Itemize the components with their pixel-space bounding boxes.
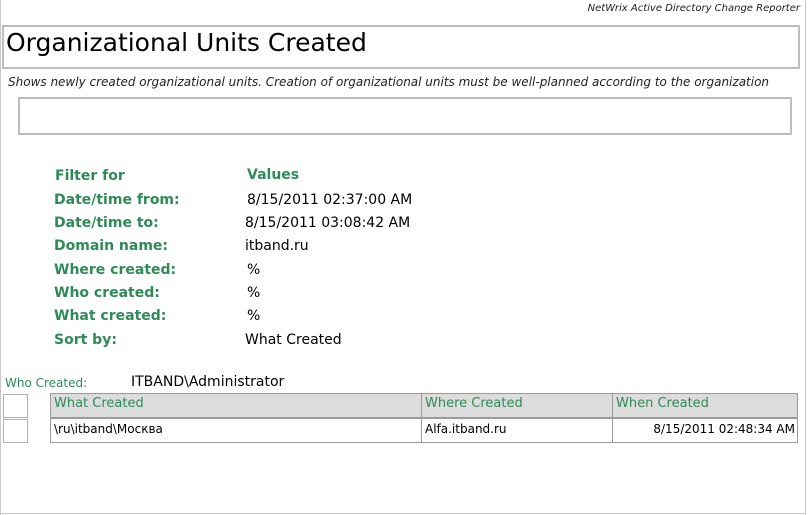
group-label: Who Created: [5,376,88,390]
filter-value-domain: itband.ru [245,238,309,254]
parameters-box [18,97,792,135]
filter-label-date-from: Date/time from: [54,192,180,208]
report-title: Organizational Units Created [6,28,367,57]
filter-label-sort-by: Sort by: [54,332,117,348]
page-right-border [805,0,806,515]
filter-value-what-created: % [247,308,261,324]
filter-label-what-created: What created: [54,308,167,324]
row-toggle-box[interactable] [3,419,28,443]
column-header-where-created[interactable]: Where Created [421,393,613,418]
filter-value-who-created: % [247,285,261,301]
filter-label-where-created: Where created: [54,262,177,278]
report-description-area: Shows newly created organizational units… [2,70,802,94]
filter-label-domain: Domain name: [54,238,169,254]
filter-label-who-created: Who created: [54,285,160,301]
cell-when-created: 8/15/2011 02:48:34 AM [612,418,798,443]
report-description: Shows newly created organizational units… [8,75,770,89]
reporter-name: NetWrix Active Directory Change Reporter [587,3,800,14]
group-value: ITBAND\Administrator [131,374,285,390]
filter-value-sort-by: What Created [245,332,342,348]
filter-label-date-to: Date/time to: [54,215,159,231]
column-header-when-created[interactable]: When Created [612,393,798,418]
group-toggle-box[interactable] [3,394,28,418]
filter-for-header: Filter for [55,168,125,184]
filter-value-date-from: 8/15/2011 02:37:00 AM [247,192,413,208]
cell-where-created: Alfa.itband.ru [421,418,613,443]
page-bottom-border [0,513,806,514]
page-left-border [0,0,1,515]
filter-value-where-created: % [247,262,261,278]
filter-values-header: Values [247,167,300,183]
cell-what-created: \ru\itband\Москва [50,418,422,443]
filter-value-date-to: 8/15/2011 03:08:42 AM [245,215,411,231]
column-header-what-created[interactable]: What Created [50,393,422,418]
